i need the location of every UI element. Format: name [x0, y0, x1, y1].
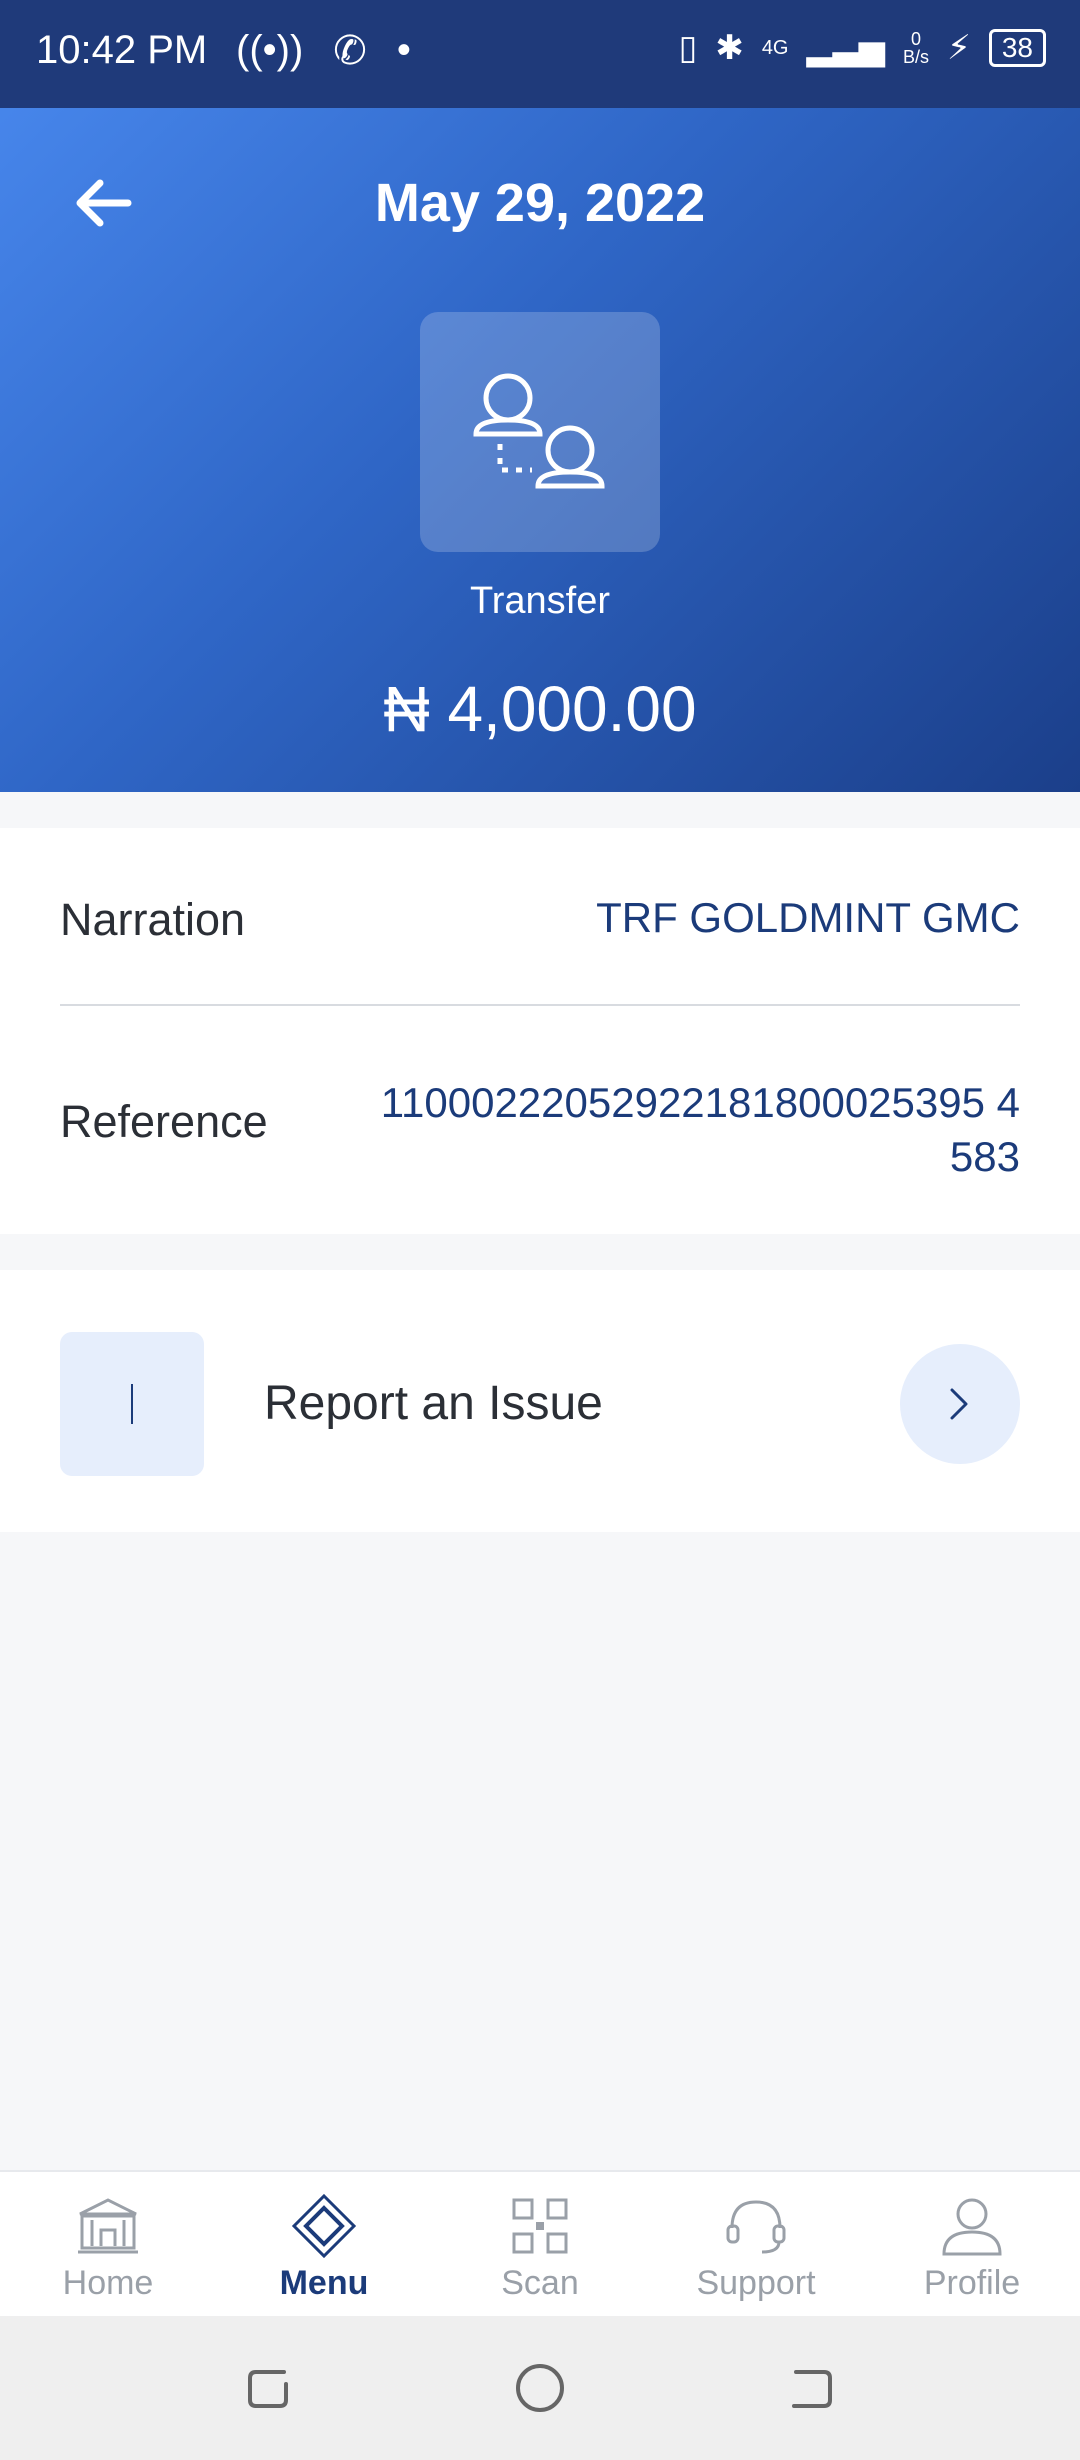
- reference-value: 11000222052922181800025395 4 583: [381, 1076, 1020, 1184]
- nav-profile[interactable]: Profile: [864, 2172, 1080, 2318]
- narration-label: Narration: [60, 894, 246, 945]
- transaction-amount: ₦ 4,000.00: [383, 673, 697, 745]
- page-title: May 29, 2022: [374, 173, 706, 233]
- data-speed-value: 0: [910, 29, 921, 49]
- transaction-details-card: Narration TRF GOLDMINT GMC Reference 110…: [0, 828, 1080, 1234]
- chevron-right-icon[interactable]: [900, 1344, 1020, 1464]
- diamond-menu-icon: [290, 2192, 358, 2260]
- reference-label: Reference: [60, 1096, 268, 1147]
- narration-value: TRF GOLDMINT GMC: [596, 894, 1020, 941]
- status-bar: 10:42 PM ((•)) ✆ • ▯ ✱ 4G ▂▃▅ 0 B/s ⚡ 38: [0, 0, 1080, 108]
- qr-scan-icon: [506, 2192, 574, 2260]
- battery-level: 38: [988, 29, 1046, 67]
- bluetooth-icon: ✱: [715, 29, 744, 67]
- report-issue-label: Report an Issue: [264, 1377, 603, 1430]
- transaction-type: Transfer: [469, 580, 611, 622]
- nav-scan[interactable]: Scan: [432, 2172, 648, 2318]
- transaction-header: 10:42 PM ((•)) ✆ • ▯ ✱ 4G ▂▃▅ 0 B/s ⚡ 38…: [0, 0, 1080, 792]
- status-time: 10:42 PM: [36, 28, 208, 72]
- reference-value-line2: 583: [949, 1133, 1020, 1180]
- nav-menu[interactable]: Menu: [216, 2172, 432, 2318]
- bank-icon: [74, 2192, 142, 2260]
- alert-icon: [60, 1332, 204, 1476]
- nav-support-label: Support: [696, 2264, 816, 2302]
- hotspot-icon: ((•)): [236, 28, 304, 72]
- reference-value-line1: 11000222052922181800025395 4: [380, 1079, 1020, 1126]
- signal-icon: ▂▃▅: [806, 29, 885, 67]
- report-issue-row[interactable]: Report an Issue: [0, 1270, 1080, 1532]
- person-icon: [938, 2192, 1006, 2260]
- status-system-icons: ▯ ✱ 4G ▂▃▅ 0 B/s ⚡ 38: [679, 28, 1046, 68]
- charging-icon: ⚡: [946, 29, 971, 67]
- whatsapp-icon: ✆: [333, 29, 367, 73]
- status-notification-icons: ((•)) ✆ •: [236, 28, 411, 74]
- nav-support[interactable]: Support: [648, 2172, 864, 2318]
- bottom-navigation: Home Menu Scan Support Profile: [0, 2170, 1080, 2318]
- nav-profile-label: Profile: [923, 2264, 1021, 2302]
- dot-icon: •: [396, 28, 411, 72]
- nav-scan-label: Scan: [501, 2264, 579, 2302]
- vibrate-icon: ▯: [678, 29, 698, 67]
- data-speed-unit: B/s: [902, 47, 929, 67]
- network-label: 4G: [761, 36, 789, 59]
- recent-apps-icon[interactable]: [244, 2362, 296, 2419]
- back-icon[interactable]: [784, 2362, 836, 2419]
- system-navigation-bar: [0, 2316, 1080, 2460]
- nav-home-label: Home: [62, 2264, 154, 2302]
- home-circle-icon[interactable]: [514, 2362, 566, 2419]
- nav-home[interactable]: Home: [0, 2172, 216, 2318]
- data-speed: 0 B/s: [903, 30, 929, 66]
- divider: [60, 1004, 1020, 1006]
- transfer-icon: [420, 312, 660, 552]
- headset-icon: [722, 2192, 790, 2260]
- nav-menu-label: Menu: [279, 2264, 369, 2302]
